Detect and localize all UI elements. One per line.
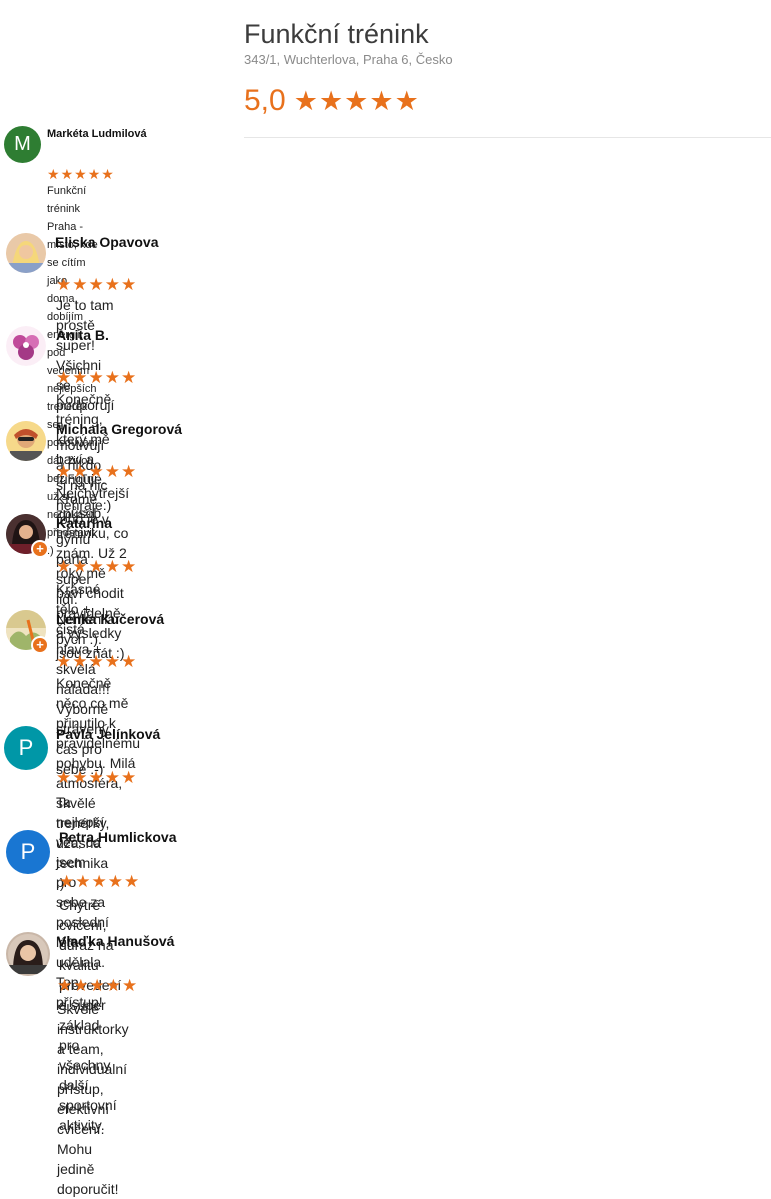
star-icon: ★	[124, 872, 140, 891]
star-icon: ★	[60, 166, 74, 182]
star-icon: ★	[105, 976, 121, 995]
rating-stars: ★ ★ ★ ★ ★	[294, 86, 420, 116]
reviewer-name[interactable]: Eliska Opavova	[55, 234, 159, 250]
star-icon: ★	[56, 368, 72, 387]
business-rating: 5,0 ★ ★ ★ ★ ★	[244, 83, 420, 119]
star-icon: ★	[75, 872, 91, 891]
star-icon: ★	[56, 768, 72, 787]
star-icon: ★	[57, 976, 73, 995]
star-icon: ★	[104, 652, 120, 671]
reviewer-name[interactable]: Vlaďka Hanušová	[57, 933, 174, 949]
local-guide-badge-icon: +	[31, 636, 49, 654]
star-icon: ★	[121, 368, 137, 387]
star-icon: ★	[369, 86, 394, 116]
star-icon: ★	[56, 275, 72, 294]
star-icon: ★	[104, 557, 120, 576]
star-icon: ★	[122, 976, 138, 995]
star-icon: ★	[88, 652, 104, 671]
reviewer-name[interactable]: Pavla Jelínková	[56, 726, 160, 742]
star-icon: ★	[56, 462, 72, 481]
review-stars: ★ ★ ★ ★ ★	[56, 276, 137, 294]
star-icon: ★	[104, 368, 120, 387]
star-icon: ★	[72, 652, 88, 671]
review-stars: ★ ★ ★ ★ ★	[56, 653, 137, 671]
reviewer-name[interactable]: Lenka Kučerová	[56, 611, 164, 627]
rating-value: 5,0	[244, 84, 286, 117]
avatar[interactable]: M	[4, 126, 41, 163]
star-icon: ★	[88, 368, 104, 387]
review-stars: ★ ★ ★ ★ ★	[59, 873, 140, 891]
star-icon: ★	[91, 872, 107, 891]
star-icon: ★	[72, 557, 88, 576]
reviewer-name[interactable]: Katarína	[56, 515, 112, 531]
star-icon: ★	[89, 976, 105, 995]
review-stars: ★ ★ ★ ★ ★	[56, 463, 137, 481]
star-icon: ★	[88, 275, 104, 294]
star-icon: ★	[107, 872, 123, 891]
reviewer-name[interactable]: Markéta Ludmilová	[47, 128, 147, 140]
star-icon: ★	[88, 557, 104, 576]
star-icon: ★	[87, 166, 101, 182]
star-icon: ★	[72, 368, 88, 387]
star-icon: ★	[72, 768, 88, 787]
avatar[interactable]: P	[6, 830, 50, 874]
star-icon: ★	[121, 462, 137, 481]
review-stars: ★ ★ ★ ★ ★	[56, 369, 137, 387]
avatar-letter: M	[14, 133, 31, 155]
star-icon: ★	[344, 86, 369, 116]
business-header: Funkční trénink 343/1, Wuchterlova, Prah…	[244, 18, 453, 67]
star-icon: ★	[88, 462, 104, 481]
star-icon: ★	[56, 557, 72, 576]
pink-flower-avatar-icon[interactable]	[6, 326, 46, 366]
star-icon: ★	[73, 976, 89, 995]
star-icon: ★	[59, 872, 75, 891]
star-icon: ★	[88, 768, 104, 787]
reviewer-name[interactable]: Anita B.	[56, 327, 109, 343]
local-guide-badge-icon: +	[31, 540, 49, 558]
star-icon: ★	[56, 652, 72, 671]
star-icon: ★	[74, 166, 87, 182]
star-icon: ★	[394, 86, 419, 116]
woman-portrait-avatar-icon[interactable]	[6, 932, 50, 976]
star-icon: ★	[72, 275, 88, 294]
star-icon: ★	[121, 652, 137, 671]
star-icon: ★	[101, 166, 114, 182]
star-icon: ★	[104, 768, 120, 787]
review-stars: ★ ★ ★ ★ ★	[56, 558, 137, 576]
review-stars: ★ ★ ★ ★ ★	[57, 977, 138, 995]
star-icon: ★	[104, 275, 120, 294]
avatar-letter: P	[20, 839, 36, 864]
star-icon: ★	[72, 462, 88, 481]
avatar-letter: P	[18, 735, 34, 760]
star-icon: ★	[121, 768, 137, 787]
reviewer-name[interactable]: Michala Gregorová	[56, 421, 182, 437]
star-icon: ★	[121, 557, 137, 576]
star-icon: ★	[104, 462, 120, 481]
review-stars: ★ ★ ★ ★ ★	[56, 769, 137, 787]
review-stars: ★ ★ ★ ★ ★	[47, 165, 115, 183]
blonde-woman-avatar-icon[interactable]	[6, 233, 46, 273]
review-text: Skvělé instruktorky a team, individuální…	[57, 1001, 129, 1197]
avatar[interactable]: P	[4, 726, 48, 770]
woman-sunglasses-avatar-icon[interactable]	[6, 421, 46, 461]
star-icon: ★	[47, 166, 60, 182]
business-name: Funkční trénink	[244, 19, 429, 49]
reviewer-name[interactable]: Petra Humlickova	[59, 829, 177, 845]
divider	[244, 137, 771, 138]
business-address: 343/1, Wuchterlova, Praha 6, Česko	[244, 52, 453, 67]
star-icon: ★	[293, 86, 318, 116]
star-icon: ★	[121, 275, 137, 294]
star-icon: ★	[318, 86, 344, 116]
